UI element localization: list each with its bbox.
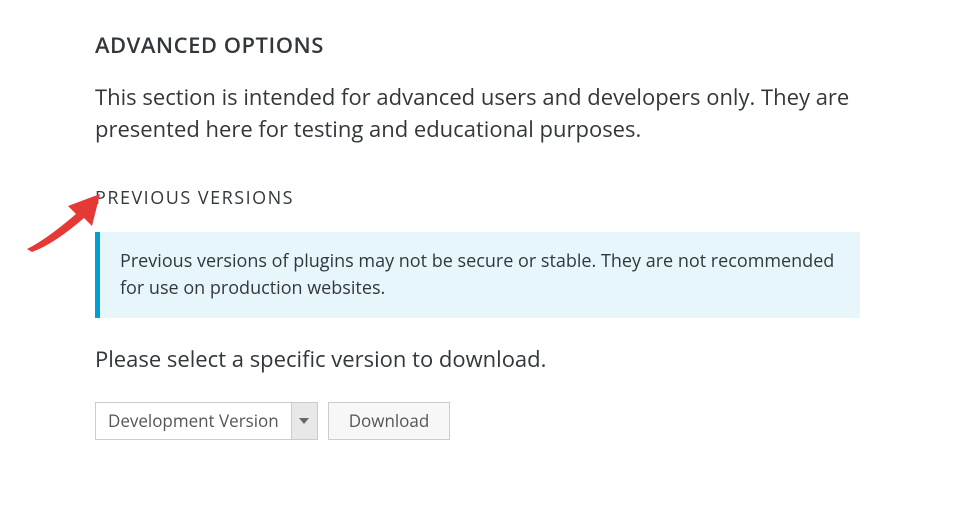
version-select-value: Development Version [96, 403, 291, 439]
advanced-options-panel: ADVANCED OPTIONS This section is intende… [0, 0, 860, 440]
version-select[interactable]: Development Version [95, 402, 318, 440]
advanced-options-heading: ADVANCED OPTIONS [95, 30, 860, 60]
previous-versions-heading: PREVIOUS VERSIONS [95, 186, 860, 210]
download-button[interactable]: Download [328, 402, 451, 440]
previous-versions-notice: Previous versions of plugins may not be … [95, 232, 860, 318]
version-select-instruction: Please select a specific version to down… [95, 344, 860, 374]
advanced-options-intro: This section is intended for advanced us… [95, 82, 860, 146]
version-controls: Development Version Download [95, 402, 860, 440]
chevron-down-icon[interactable] [291, 403, 317, 439]
